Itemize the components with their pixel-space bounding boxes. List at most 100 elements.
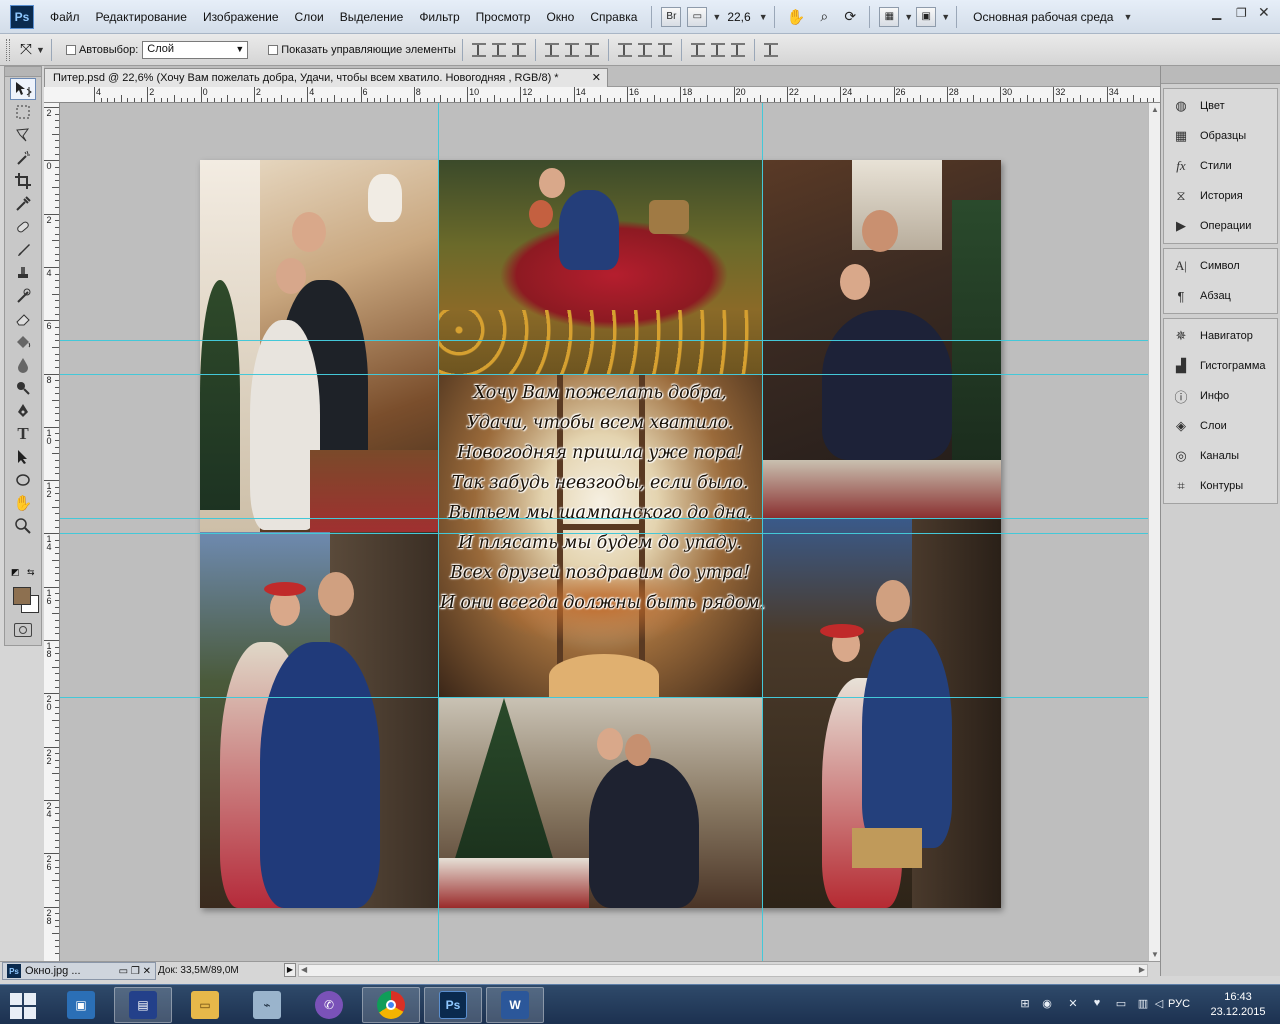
status-menu-arrow[interactable]: ▶ <box>284 963 296 977</box>
minimize-icon[interactable]: ▁ <box>1212 6 1221 20</box>
minimized-document[interactable]: Ps Окно.jpg ... ▭ ❐ ✕ <box>2 962 156 980</box>
ruler-horizontal[interactable]: 4 2 0 2 4 6 8 10 12 14 16 18 20 22 24 26 28 30 32 34 <box>44 87 1160 103</box>
autoselect-checkbox[interactable] <box>65 44 76 55</box>
align-bottom-icon[interactable] <box>511 42 526 57</box>
taskbar-chrome[interactable] <box>362 987 420 1023</box>
panel-paragraph[interactable]: ¶ Абзац <box>1164 281 1277 311</box>
default-colors-icon[interactable]: ◩ <box>11 567 20 578</box>
brush-tool-icon[interactable] <box>10 239 36 261</box>
ruler-vertical[interactable]: 2 0 2 4 6 8 10 12 14 16 18 20 22 24 26 28 <box>44 103 60 961</box>
guide-horizontal[interactable] <box>60 374 1148 375</box>
magic-wand-icon[interactable] <box>10 147 36 169</box>
swap-colors-icon[interactable]: ⇆ <box>27 567 35 578</box>
antivirus-icon[interactable]: ✕ <box>1066 997 1080 1011</box>
crop-tool-icon[interactable] <box>10 170 36 192</box>
blur-tool-icon[interactable] <box>10 354 36 376</box>
distribute-top-icon[interactable] <box>617 42 632 57</box>
panel-dock-header[interactable] <box>1161 66 1280 84</box>
greeting-poem[interactable]: Хочу Вам пожелать добра, Удачи, чтобы вс… <box>440 378 765 618</box>
canvas-area[interactable]: Хочу Вам пожелать добра, Удачи, чтобы вс… <box>60 103 1148 961</box>
network-icon[interactable]: ▥ <box>1136 997 1150 1011</box>
scroll-right-icon[interactable]: ▶ <box>1139 965 1145 974</box>
workspace-switcher[interactable]: Основная рабочая среда <box>973 10 1113 24</box>
panel-paths[interactable]: ⌗ Контуры <box>1164 471 1277 501</box>
bridge-button[interactable]: Br <box>661 6 682 27</box>
action-center-icon[interactable]: ▭ <box>1114 997 1128 1011</box>
taskbar-monitor-app[interactable]: ⌁ <box>238 987 296 1023</box>
zoom-icon[interactable]: ⌕ <box>814 7 834 27</box>
volume-icon[interactable]: ◁ <box>1152 997 1166 1011</box>
align-hcenter-icon[interactable] <box>564 42 579 57</box>
panel-navigator[interactable]: ✵ Навигатор <box>1164 321 1277 351</box>
move-tool-icon[interactable] <box>10 78 36 100</box>
panel-color[interactable]: ◍ Цвет <box>1164 91 1277 121</box>
film-strip-icon[interactable]: ▭ <box>687 6 708 27</box>
eraser-tool-icon[interactable] <box>10 308 36 330</box>
close-tab-icon[interactable]: ✕ <box>592 71 601 84</box>
panel-swatches[interactable]: ▦ Образцы <box>1164 121 1277 151</box>
marquee-tool-icon[interactable] <box>10 101 36 123</box>
menu-select[interactable]: Выделение <box>332 6 412 28</box>
clone-stamp-icon[interactable] <box>10 262 36 284</box>
steam-icon[interactable]: ◉ <box>1040 997 1054 1011</box>
horizontal-scrollbar[interactable]: ◀ ▶ <box>298 964 1148 977</box>
distribute-right-icon[interactable] <box>730 42 745 57</box>
guide-vertical[interactable] <box>438 103 439 961</box>
scroll-up-icon[interactable]: ▲ <box>1151 105 1159 114</box>
ellipse-tool-icon[interactable] <box>10 469 36 491</box>
taskbar-save-app[interactable]: ▤ <box>114 987 172 1023</box>
heart-app-icon[interactable]: ♥ <box>1090 997 1104 1011</box>
panel-info[interactable]: ⓘ Инфо <box>1164 381 1277 411</box>
align-top-icon[interactable] <box>471 42 486 57</box>
paint-bucket-icon[interactable] <box>10 331 36 353</box>
menu-view[interactable]: Просмотр <box>468 6 539 28</box>
type-tool-icon[interactable]: T <box>10 423 36 445</box>
menu-help[interactable]: Справка <box>582 6 645 28</box>
panel-actions[interactable]: ▶ Операции <box>1164 211 1277 241</box>
rotate-view-icon[interactable]: ⟳ <box>840 7 860 27</box>
menu-layers[interactable]: Слои <box>287 6 332 28</box>
align-right-icon[interactable] <box>584 42 599 57</box>
eyedropper-icon[interactable] <box>10 193 36 215</box>
pen-tool-icon[interactable] <box>10 400 36 422</box>
autoselect-dropdown[interactable]: Слой ▼ <box>142 40 249 59</box>
input-language[interactable]: РУС <box>1168 998 1190 1010</box>
panel-character[interactable]: A| Символ <box>1164 251 1277 281</box>
document-tab[interactable]: Питер.psd @ 22,6% (Хочу Вам пожелать доб… <box>44 68 608 87</box>
distribute-hcenter-icon[interactable] <box>710 42 725 57</box>
options-grip[interactable] <box>6 38 10 61</box>
panel-layers[interactable]: ◈ Слои <box>1164 411 1277 441</box>
taskbar-viber[interactable]: ✆ <box>300 987 358 1023</box>
panel-histogram[interactable]: ▟ Гистограмма <box>1164 351 1277 381</box>
guide-horizontal[interactable] <box>60 340 1148 341</box>
chevron-down-icon[interactable]: ▼ <box>1123 12 1132 22</box>
system-clock[interactable]: 16:43 23.12.2015 <box>1206 990 1270 1020</box>
taskbar-word[interactable]: W <box>486 987 544 1023</box>
guide-vertical[interactable] <box>762 103 763 961</box>
windows-start-icon[interactable] <box>10 993 36 1019</box>
document-canvas[interactable]: Хочу Вам пожелать добра, Удачи, чтобы вс… <box>200 160 1001 908</box>
scroll-down-icon[interactable]: ▼ <box>1151 950 1159 959</box>
close-icon[interactable]: ✕ <box>1258 4 1270 21</box>
menu-filter[interactable]: Фильтр <box>411 6 467 28</box>
arrange-documents-icon[interactable]: ▦ <box>879 6 900 27</box>
move-tool-preset-icon[interactable]: ⤧ <box>20 41 32 58</box>
foreground-color-swatch[interactable] <box>13 587 31 605</box>
healing-brush-icon[interactable] <box>10 216 36 238</box>
menu-file[interactable]: Файл <box>42 6 88 28</box>
menu-edit[interactable]: Редактирование <box>88 6 195 28</box>
taskbar-explorer[interactable]: ▭ <box>176 987 234 1023</box>
menu-image[interactable]: Изображение <box>195 6 287 28</box>
photoshop-logo[interactable]: Ps <box>10 4 34 29</box>
hand-tool-icon[interactable]: ✋ <box>10 492 36 514</box>
panel-history[interactable]: ⧖ История <box>1164 181 1277 211</box>
lasso-tool-icon[interactable] <box>10 124 36 146</box>
chevron-down-icon[interactable]: ▼ <box>904 12 913 22</box>
taskbar-photoshop[interactable]: Ps <box>424 987 482 1023</box>
path-selection-icon[interactable] <box>10 446 36 468</box>
restore-icon[interactable]: ❐ <box>1236 6 1247 20</box>
panel-styles[interactable]: fx Стили <box>1164 151 1277 181</box>
show-controls-checkbox[interactable] <box>268 44 279 55</box>
auto-align-icon[interactable] <box>763 42 778 57</box>
guide-horizontal[interactable] <box>60 697 1148 698</box>
